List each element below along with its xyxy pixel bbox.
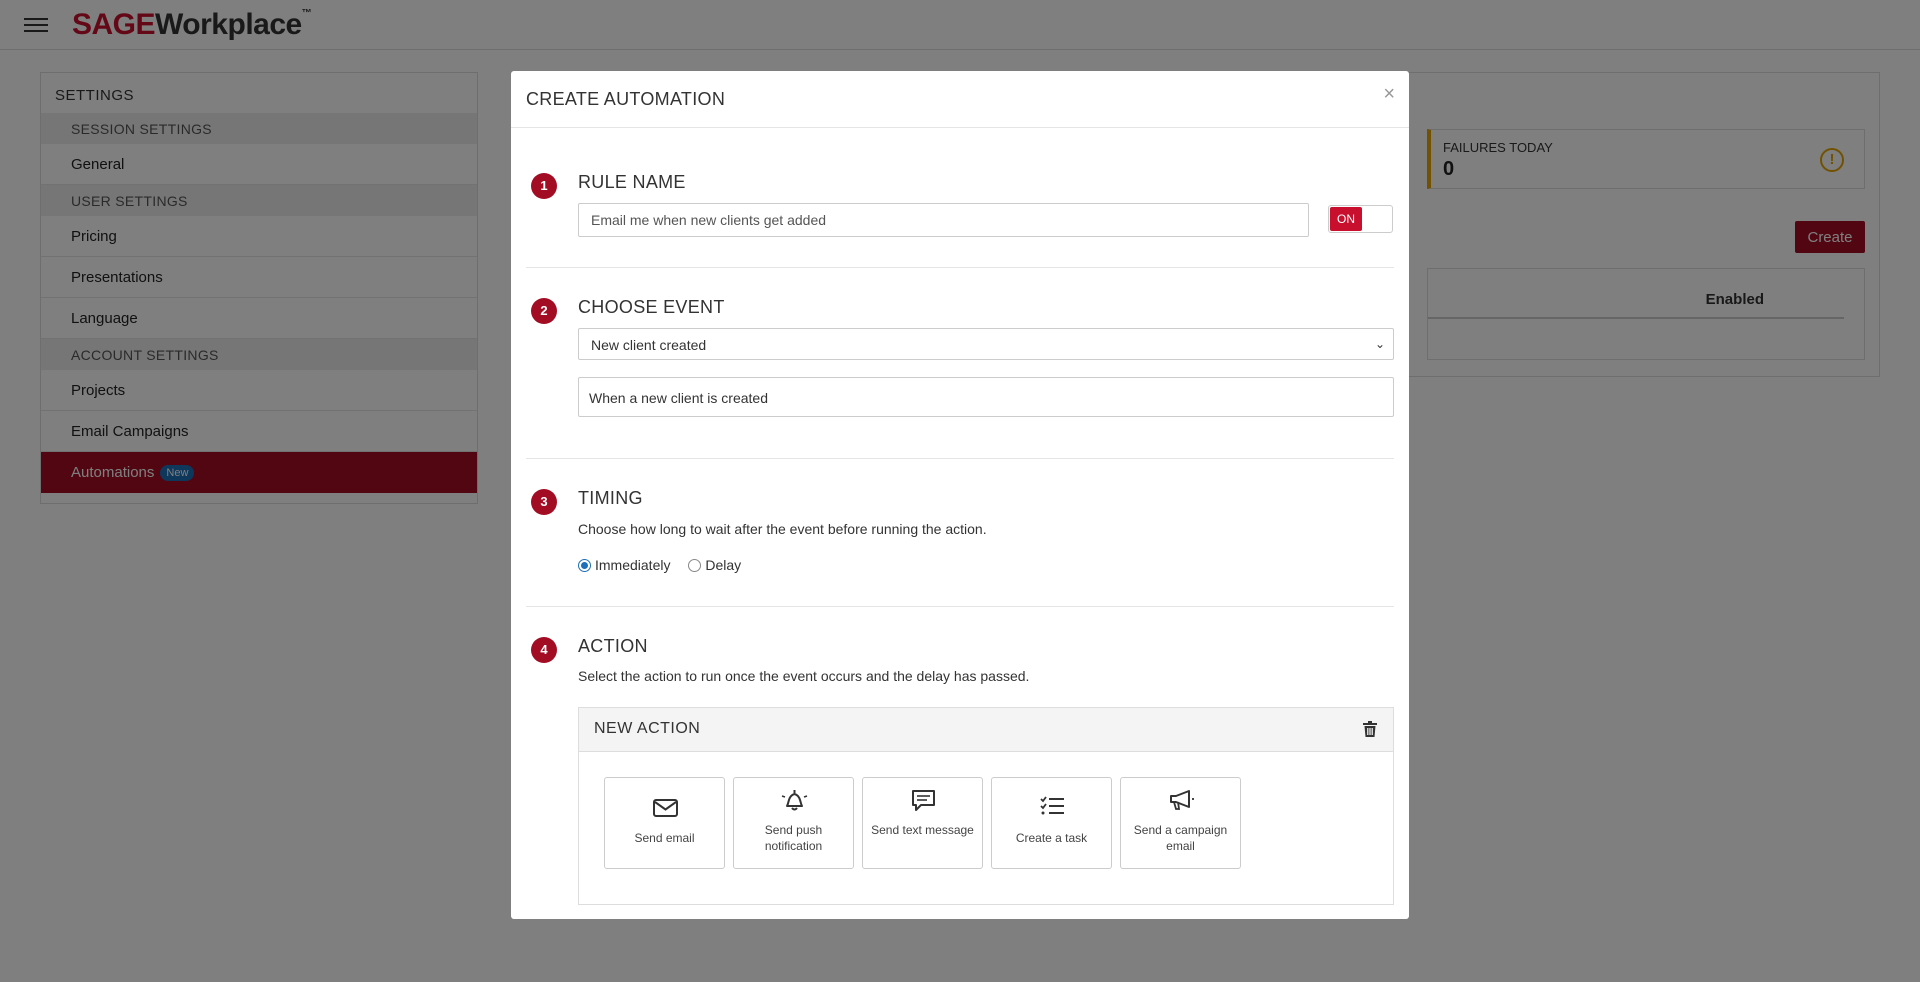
trash-icon[interactable] [1363,721,1377,737]
event-select-value: New client created [591,337,707,353]
action-send-email[interactable]: Send email [604,777,725,869]
action-label: Send push notification [764,823,823,853]
chat-icon [912,790,935,811]
action-label: Send text message [871,823,974,837]
step-2-title: CHOOSE EVENT [578,297,725,317]
radio-delay-label[interactable]: Delay [705,557,741,573]
action-label: Send a campaign email [1133,823,1228,853]
close-icon[interactable]: × [1383,83,1395,106]
action-label: Send email [634,831,695,845]
new-action-header: NEW ACTION [579,708,1393,752]
new-action-panel: NEW ACTION Send email Send push notifica… [578,707,1394,905]
envelope-icon [653,799,678,817]
radio-immediately[interactable] [578,559,591,572]
step-divider [526,267,1394,268]
action-create-task[interactable]: Create a task [991,777,1112,869]
radio-delay[interactable] [688,559,702,572]
new-action-title: NEW ACTION [594,720,701,737]
modal-header: CREATE AUTOMATION × [511,71,1409,128]
megaphone-icon [1170,790,1194,810]
action-send-text-message[interactable]: Send text message [862,777,983,869]
checklist-icon [1040,796,1064,815]
action-send-campaign-email[interactable]: Send a campaign email [1120,777,1241,869]
radio-immediately-label[interactable]: Immediately [595,557,670,573]
chevron-down-icon: ⌄ [1374,337,1385,351]
rule-enabled-toggle[interactable]: ON [1328,205,1393,233]
event-select[interactable]: New client created ⌄ [578,328,1394,360]
modal-title: CREATE AUTOMATION [526,89,726,109]
step-3-title: TIMING [578,488,643,508]
action-send-push-notification[interactable]: Send push notification [733,777,854,869]
event-description: When a new client is created [578,377,1394,417]
timing-description: Choose how long to wait after the event … [578,521,987,537]
step-1-title: RULE NAME [578,172,686,192]
step-3-number: 3 [531,489,557,515]
toggle-on-label: ON [1330,207,1362,231]
action-label: Create a task [1015,831,1088,845]
step-divider [526,458,1394,459]
action-description: Select the action to run once the event … [578,668,1030,684]
step-4-number: 4 [531,637,557,663]
step-1-number: 1 [531,173,557,199]
step-divider [526,606,1394,607]
step-2-number: 2 [531,298,557,324]
bell-icon [781,790,808,811]
step-4-title: ACTION [578,636,648,656]
rule-name-input[interactable] [578,203,1309,237]
timing-options: Immediately Delay [578,557,755,573]
create-automation-modal: CREATE AUTOMATION × 1 RULE NAME ON 2 CHO… [511,71,1409,919]
